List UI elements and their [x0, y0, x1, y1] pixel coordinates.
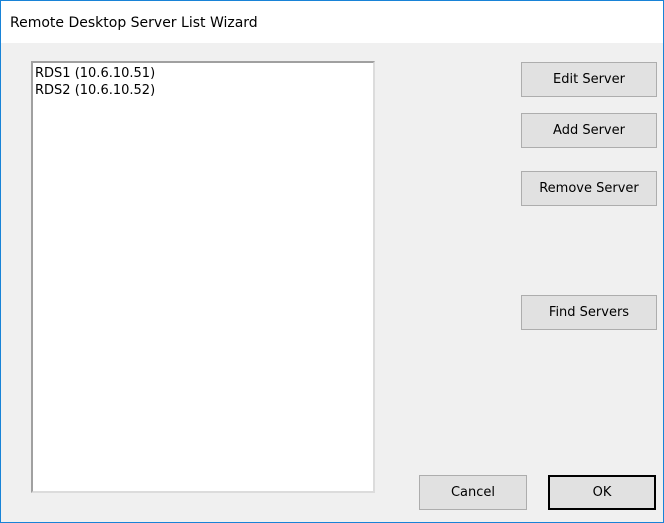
add-server-button[interactable]: Add Server: [521, 113, 657, 148]
title-bar: Remote Desktop Server List Wizard: [1, 1, 663, 43]
server-listbox[interactable]: RDS1 (10.6.10.51) RDS2 (10.6.10.52): [31, 61, 375, 493]
wizard-window: Remote Desktop Server List Wizard RDS1 (…: [0, 0, 664, 523]
edit-server-button[interactable]: Edit Server: [521, 62, 657, 97]
window-title: Remote Desktop Server List Wizard: [10, 15, 258, 31]
find-servers-button[interactable]: Find Servers: [521, 295, 657, 330]
ok-button[interactable]: OK: [548, 475, 656, 510]
server-list-item[interactable]: RDS2 (10.6.10.52): [33, 82, 373, 99]
server-list-items: RDS1 (10.6.10.51) RDS2 (10.6.10.52): [33, 63, 373, 99]
remove-server-button[interactable]: Remove Server: [521, 171, 657, 206]
cancel-button[interactable]: Cancel: [419, 475, 527, 510]
server-list-item[interactable]: RDS1 (10.6.10.51): [33, 65, 373, 82]
